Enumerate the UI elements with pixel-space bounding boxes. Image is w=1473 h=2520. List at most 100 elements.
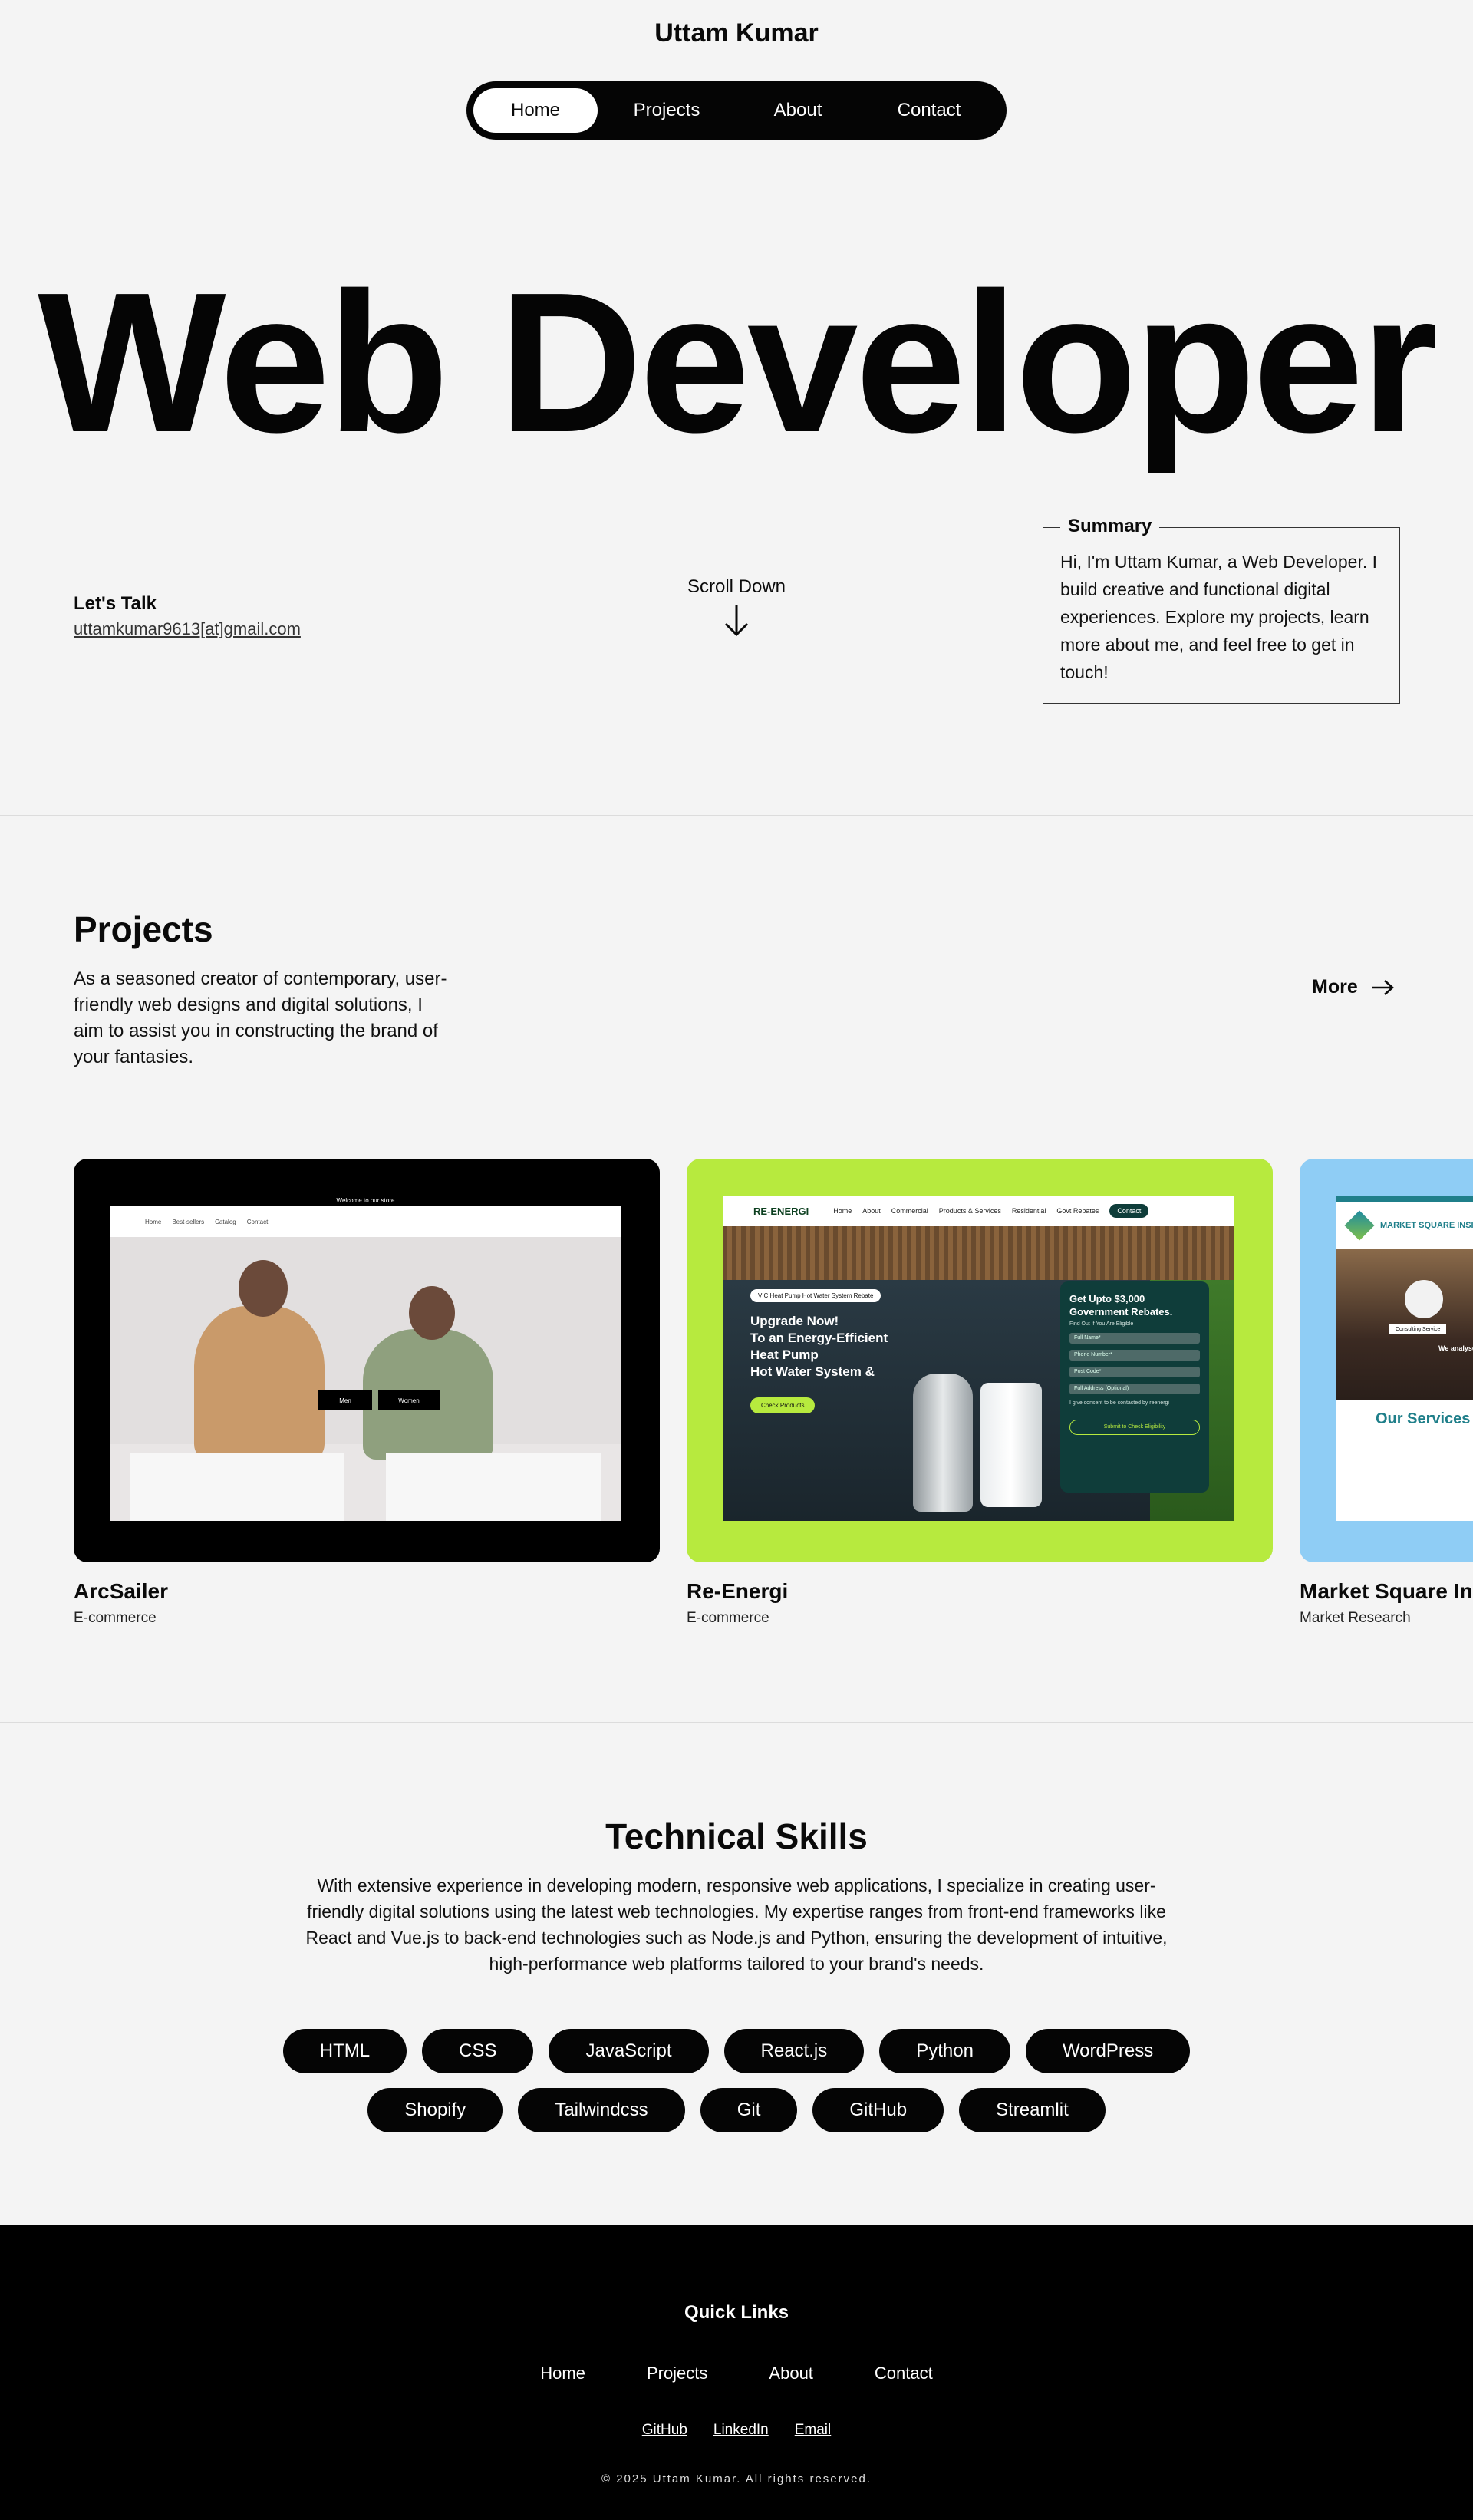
arcsailer-product-tile — [386, 1453, 601, 1521]
footer-nav-projects[interactable]: Projects — [647, 2363, 707, 2383]
footer-nav: Home Projects About Contact — [0, 2363, 1473, 2383]
summary-text: Hi, I'm Uttam Kumar, a Web Developer. I … — [1060, 552, 1378, 682]
arcsailer-banner: Men Women — [110, 1237, 621, 1460]
skill-css[interactable]: CSS — [422, 2029, 534, 2073]
projects-title: Projects — [74, 909, 213, 949]
arcsailer-nav: Home Best-sellers Catalog Contact — [110, 1206, 621, 1237]
site-header: Uttam Kumar Home Projects About Contact — [0, 0, 1473, 153]
site-title[interactable]: Uttam Kumar — [0, 18, 1473, 48]
arcsailer-nav-item: Home — [145, 1218, 162, 1225]
reenergi-nav-item: About — [862, 1207, 881, 1215]
reenergi-promo: VIC Heat Pump Hot Water System Rebate Up… — [750, 1288, 888, 1413]
skill-tailwindcss[interactable]: Tailwindcss — [518, 2088, 685, 2132]
nav-contact[interactable]: Contact — [860, 88, 998, 133]
market-square-screenshot: MARKET SQUARE INSIGHTS Consulting Servic… — [1336, 1196, 1473, 1521]
reenergi-ceiling — [723, 1226, 1234, 1280]
more-label: More — [1312, 976, 1358, 998]
skills-description: With extensive experience in developing … — [305, 1875, 1168, 1974]
project-name-arcsailer[interactable]: ArcSailer — [74, 1579, 168, 1604]
email-footer-link[interactable]: Email — [795, 2422, 832, 2439]
reenergi-chip: VIC Heat Pump Hot Water System Rebate — [750, 1289, 881, 1302]
summary-legend: Summary — [1060, 516, 1160, 537]
market-tagline: We analyse — [1438, 1344, 1473, 1352]
reenergi-form-heading: Get Upto $3,000 Government Rebates. — [1069, 1293, 1173, 1318]
reenergi-nav-item: Residential — [1011, 1207, 1046, 1215]
skills-title: Technical Skills — [605, 1816, 868, 1856]
project-category-arcsailer: E-commerce — [74, 1610, 157, 1626]
market-logo-icon — [1344, 1210, 1375, 1241]
quick-links-title: Quick Links — [684, 2302, 789, 2323]
hero-section: Web Developer Let's Talk uttamkumar9613[… — [0, 153, 1473, 815]
nav-about[interactable]: About — [736, 88, 860, 133]
footer-nav-home[interactable]: Home — [540, 2363, 585, 2383]
skill-streamlit[interactable]: Streamlit — [959, 2088, 1106, 2132]
skill-github[interactable]: GitHub — [812, 2088, 944, 2132]
more-projects-link[interactable]: More — [1312, 976, 1395, 998]
skill-git[interactable]: Git — [700, 2088, 798, 2132]
hero-title: Web Developer — [38, 252, 1438, 474]
skills-section: Technical Skills With extensive experien… — [0, 1723, 1473, 2225]
reenergi-form-sub: Find Out If You Are Eligible — [1069, 1321, 1134, 1327]
arcsailer-nav-item: Best-sellers — [172, 1218, 205, 1225]
arcsailer-product-tile — [130, 1453, 344, 1521]
scroll-down-label: Scroll Down — [687, 576, 786, 597]
project-card-arcsailer[interactable]: Welcome to our store Home Best-sellers C… — [74, 1159, 660, 1562]
market-logo: MARKET SQUARE INSIGHTS — [1336, 1202, 1473, 1249]
reenergi-nav-item: Commercial — [891, 1207, 928, 1215]
market-badge-icon — [1405, 1280, 1443, 1318]
nav-projects[interactable]: Projects — [598, 88, 736, 133]
project-category-reenergi: E-commerce — [687, 1610, 769, 1626]
skill-shopify[interactable]: Shopify — [367, 2088, 503, 2132]
projects-description: As a seasoned creator of contemporary, u… — [74, 968, 447, 1067]
model-head — [409, 1286, 455, 1340]
reenergi-screenshot: RE-ENERGI Home About Commercial Products… — [723, 1196, 1234, 1521]
reenergi-nav-item: Govt Rebates — [1056, 1207, 1099, 1215]
copyright: © 2025 Uttam Kumar. All rights reserved. — [601, 2472, 872, 2485]
reenergi-field: Full Address (Optional) — [1069, 1384, 1200, 1394]
reenergi-nav-item: Home — [833, 1207, 852, 1215]
footer-nav-about[interactable]: About — [769, 2363, 813, 2383]
project-name-market-square[interactable]: Market Square Ins — [1300, 1579, 1473, 1604]
heat-pump-unit — [980, 1383, 1042, 1507]
skill-reactjs[interactable]: React.js — [723, 2029, 865, 2073]
summary-box: Summary Hi, I'm Uttam Kumar, a Web Devel… — [1043, 516, 1400, 704]
market-topstrip — [1336, 1196, 1473, 1202]
project-card-reenergi[interactable]: RE-ENERGI Home About Commercial Products… — [687, 1159, 1273, 1562]
project-card-market-square[interactable]: MARKET SQUARE INSIGHTS Consulting Servic… — [1300, 1159, 1473, 1562]
footer-nav-contact[interactable]: Contact — [875, 2363, 933, 2383]
arcsailer-screenshot: Welcome to our store Home Best-sellers C… — [110, 1196, 621, 1521]
reenergi-nav: RE-ENERGI Home About Commercial Products… — [723, 1196, 1234, 1226]
skills-row-1: HTML CSS JavaScript React.js Python Word… — [0, 2029, 1473, 2073]
email-link[interactable]: uttamkumar9613[at]gmail.com — [74, 619, 301, 639]
skill-html[interactable]: HTML — [282, 2029, 407, 2073]
reenergi-headline: Upgrade Now! To an Energy-Efficient Heat… — [750, 1314, 888, 1379]
market-services-heading: Our Services — [1376, 1410, 1471, 1427]
model-tan-shirt — [194, 1306, 325, 1460]
reenergi-field: Post Code* — [1069, 1367, 1200, 1377]
reenergi-contact-button: Contact — [1109, 1204, 1149, 1218]
market-badge-label: Consulting Service — [1389, 1324, 1447, 1334]
footer-social: GitHub LinkedIn Email — [0, 2422, 1473, 2439]
project-category-market-square: Market Research — [1300, 1610, 1411, 1626]
reenergi-rebate-form: Get Upto $3,000 Government Rebates. Find… — [1060, 1281, 1209, 1493]
skills-row-2: Shopify Tailwindcss Git GitHub Streamlit — [0, 2088, 1473, 2132]
site-footer: Quick Links Home Projects About Contact … — [0, 2225, 1473, 2520]
github-link[interactable]: GitHub — [642, 2422, 687, 2439]
skill-javascript[interactable]: JavaScript — [549, 2029, 709, 2073]
scroll-down[interactable]: Scroll Down — [660, 576, 813, 642]
linkedin-link[interactable]: LinkedIn — [713, 2422, 769, 2439]
reenergi-consent: I give consent to be contacted by reener… — [1069, 1400, 1169, 1406]
nav-home[interactable]: Home — [473, 88, 598, 133]
projects-section: Projects As a seasoned creator of contem… — [0, 816, 1473, 1722]
skill-python[interactable]: Python — [879, 2029, 1010, 2073]
arcsailer-men-button: Men — [318, 1390, 372, 1410]
model-head — [239, 1260, 288, 1317]
project-name-reenergi[interactable]: Re-Energi — [687, 1579, 788, 1604]
reenergi-logo: RE-ENERGI — [753, 1205, 809, 1217]
arcsailer-nav-item: Catalog — [215, 1218, 236, 1225]
arcsailer-women-button: Women — [378, 1390, 440, 1410]
skill-wordpress[interactable]: WordPress — [1025, 2029, 1191, 2073]
arrow-down-icon — [660, 604, 813, 642]
reenergi-field: Full Name* — [1069, 1333, 1200, 1344]
arcsailer-nav-item: Contact — [246, 1218, 269, 1225]
